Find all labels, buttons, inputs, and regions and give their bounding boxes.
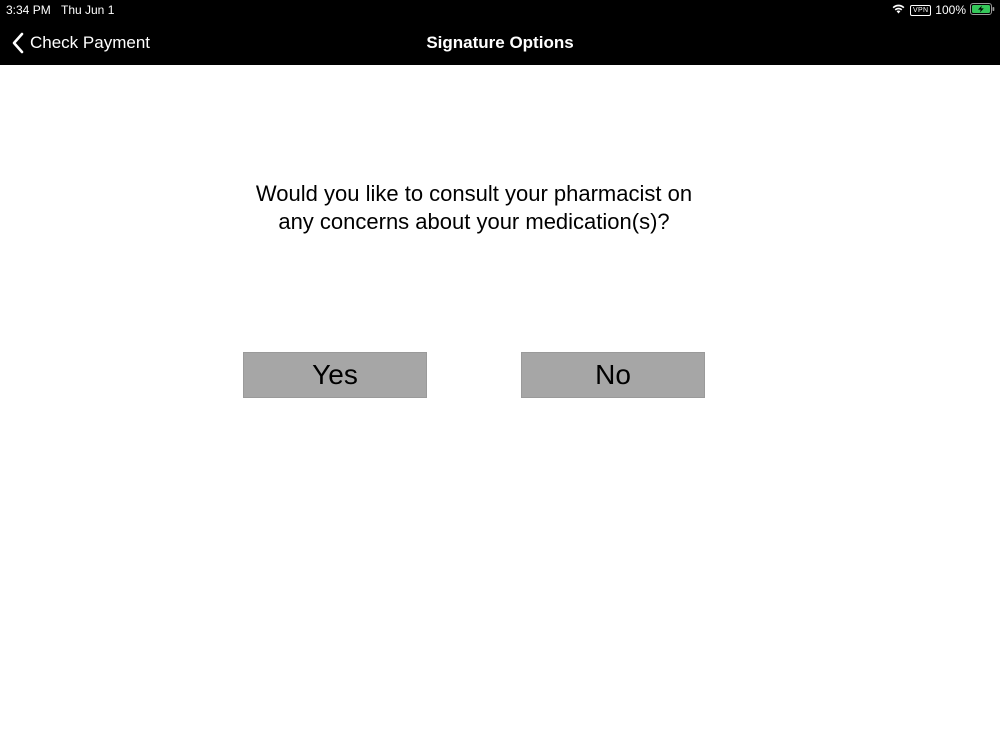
chevron-left-icon	[12, 32, 24, 53]
screen: 3:34 PM Thu Jun 1 VPN 100% Signature Opt…	[0, 0, 1000, 750]
vpn-badge: VPN	[910, 4, 932, 16]
status-time: 3:34 PM	[6, 3, 51, 17]
navigation-bar: Signature Options Check Payment	[0, 20, 1000, 65]
status-date: Thu Jun 1	[61, 3, 115, 17]
status-indicators: VPN 100%	[891, 2, 995, 18]
yes-button[interactable]: Yes	[243, 352, 427, 398]
battery-charging-icon	[970, 2, 995, 18]
wifi-icon	[891, 3, 906, 17]
question-line-2: any concerns about your medication(s)?	[278, 209, 670, 234]
battery-percentage: 100%	[935, 3, 966, 17]
status-bar: 3:34 PM Thu Jun 1 VPN 100%	[0, 0, 1000, 20]
consultation-question: Would you like to consult your pharmacis…	[200, 180, 748, 236]
no-button[interactable]: No	[521, 352, 705, 398]
question-line-1: Would you like to consult your pharmacis…	[255, 181, 693, 206]
page-title: Signature Options	[426, 33, 574, 52]
back-button-label: Check Payment	[30, 32, 150, 52]
back-button[interactable]: Check Payment	[10, 20, 150, 65]
